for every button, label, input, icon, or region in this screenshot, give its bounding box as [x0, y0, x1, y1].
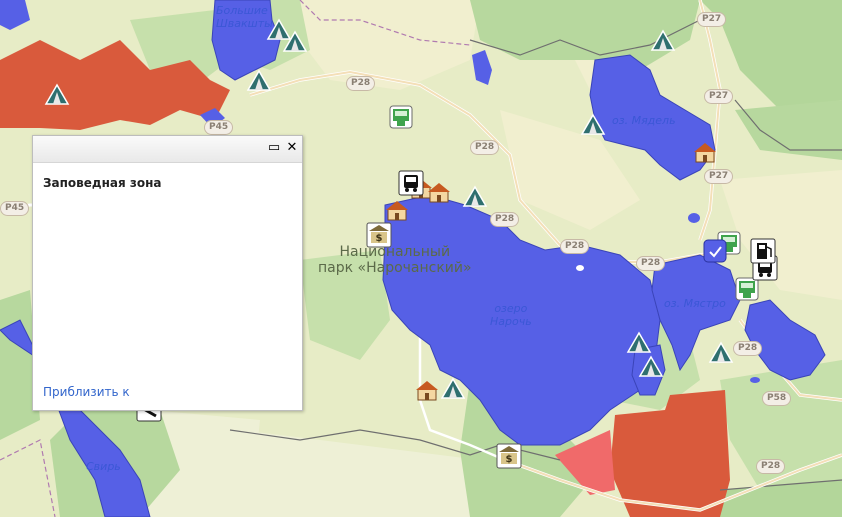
gas-pump-icon[interactable] [750, 238, 776, 264]
hotel-icon[interactable] [384, 198, 410, 224]
road-shield: P28 [733, 341, 763, 356]
lake-small [688, 213, 700, 223]
road-shield: P27 [697, 12, 727, 27]
hotel-icon[interactable] [426, 180, 452, 206]
campsite-icon[interactable] [462, 184, 488, 210]
campsite-icon[interactable] [708, 340, 734, 366]
bank-icon[interactable]: $ [366, 222, 392, 248]
campsite-icon[interactable] [282, 29, 308, 55]
popup-title: Заповедная зона [43, 176, 162, 190]
road-shield: P28 [560, 239, 590, 254]
road-shield: P28 [490, 212, 520, 227]
svg-text:$: $ [376, 233, 383, 244]
campsite-icon[interactable] [638, 354, 664, 380]
campsite-icon[interactable] [650, 28, 676, 54]
campsite-icon[interactable] [626, 330, 652, 356]
road-shield: P58 [762, 391, 792, 406]
road-shield: P28 [346, 76, 376, 91]
road-shield: P28 [636, 256, 666, 271]
bus-stop-icon[interactable] [398, 170, 424, 196]
lake-label-mastro: оз. Мястро [664, 297, 726, 310]
park-label: Национальный парк «Нарочанский» [318, 244, 472, 276]
road-shield: P45 [204, 120, 234, 135]
road-shield: P28 [756, 459, 786, 474]
maximize-icon[interactable]: ▭ [267, 141, 281, 155]
lake-small [750, 377, 760, 383]
info-icon[interactable] [702, 238, 728, 264]
road-shield: P45 [0, 201, 30, 216]
zoom-to-link[interactable]: Приблизить к [43, 385, 130, 399]
lake-label-naroch: озеро Нарочь [490, 302, 532, 328]
lake-label-shvakshty: Большие Швакшты [216, 4, 273, 30]
lake-label-myadel: оз. Мядель [612, 114, 676, 127]
svg-text:$: $ [506, 454, 513, 465]
lake-small [576, 265, 584, 271]
fuel-station-icon[interactable] [388, 104, 414, 130]
campsite-icon[interactable] [44, 82, 70, 108]
popup-title-bar: ▭ ✕ [33, 136, 302, 163]
river-label-svir: Свирь [86, 460, 121, 473]
close-icon[interactable]: ✕ [285, 141, 299, 155]
info-popup: ▭ ✕ Заповедная зона Приблизить к [32, 135, 303, 411]
campsite-icon[interactable] [580, 112, 606, 138]
hotel-icon[interactable] [414, 378, 440, 404]
road-shield: P27 [704, 89, 734, 104]
hotel-icon[interactable] [692, 140, 718, 166]
bank-icon[interactable]: $ [496, 443, 522, 469]
road-shield: P28 [470, 140, 500, 155]
road-shield: P27 [704, 169, 734, 184]
campsite-icon[interactable] [246, 68, 272, 94]
campsite-icon[interactable] [440, 376, 466, 402]
